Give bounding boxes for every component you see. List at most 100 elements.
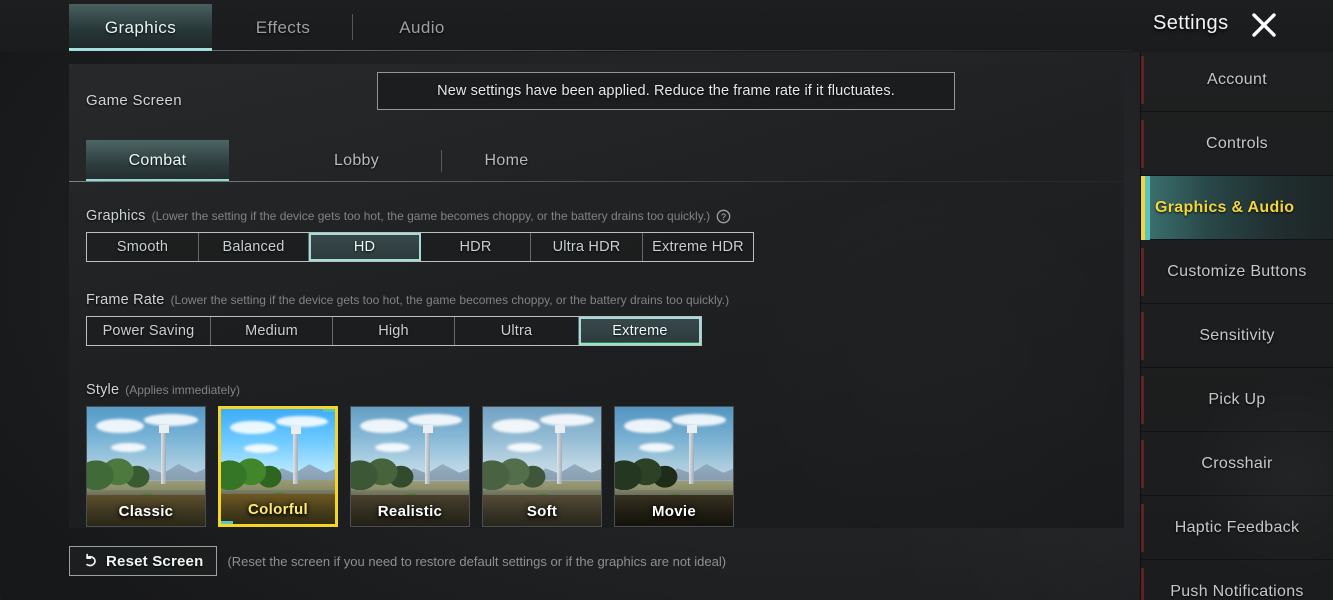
radio-tower-top	[555, 425, 566, 434]
frame-rate-option-extreme[interactable]: Extreme	[579, 317, 701, 345]
subtab-combat[interactable]: Combat	[86, 140, 229, 181]
sidebar-tick	[1141, 120, 1144, 168]
graphics-option-label: Extreme HDR	[652, 239, 744, 255]
sidebar-item-controls[interactable]: Controls	[1141, 112, 1333, 176]
radio-tower-top	[159, 425, 170, 434]
sidebar-item-label: Account	[1207, 70, 1267, 88]
radio-tower-top	[290, 426, 301, 435]
sidebar-item-label: Crosshair	[1201, 454, 1273, 472]
reset-screen-row: Reset Screen (Reset the screen if you ne…	[69, 546, 726, 576]
sidebar-item-label: Haptic Feedback	[1174, 518, 1300, 536]
graphics-option-label: Balanced	[222, 239, 285, 255]
style-option-colorful[interactable]: Colorful	[218, 406, 338, 527]
graphics-option-smooth[interactable]: Smooth	[87, 233, 199, 261]
subtab-lobby-label: Lobby	[333, 151, 380, 169]
sidebar-item-label: Graphics & Audio	[1155, 198, 1295, 216]
frame-rate-group-desc: (Lower the setting if the device gets to…	[170, 293, 730, 307]
style-option-label: Movie	[651, 503, 696, 520]
subtab-lobby[interactable]: Lobby	[299, 140, 414, 181]
settings-applied-notice: New settings have been applied. Reduce t…	[377, 72, 955, 110]
frame-rate-group-title: Frame Rate	[86, 292, 165, 308]
frame-rate-group-header: Frame Rate (Lower the setting if the dev…	[86, 291, 729, 309]
tab-audio-label: Audio	[399, 17, 445, 37]
cloud	[671, 414, 726, 427]
graphics-option-extreme-hdr[interactable]: Extreme HDR	[643, 233, 753, 261]
question-mark-icon[interactable]: ?	[716, 209, 731, 224]
cloud	[243, 443, 278, 453]
style-option-soft[interactable]: Soft	[482, 406, 602, 527]
graphics-option-ultra-hdr[interactable]: Ultra HDR	[531, 233, 643, 261]
frame-rate-option-label: High	[378, 323, 409, 339]
trees	[351, 454, 418, 491]
graphics-option-balanced[interactable]: Balanced	[199, 233, 309, 261]
svg-text:?: ?	[721, 211, 726, 221]
settings-sidebar: Account Controls Graphics & Audio Custom…	[1140, 48, 1333, 600]
sidebar-item-label: Sensitivity	[1199, 326, 1275, 344]
sidebar-item-push-notifications[interactable]: Push Notifications	[1141, 560, 1333, 600]
style-option-label: Colorful	[248, 501, 308, 518]
graphics-option-hdr[interactable]: HDR	[421, 233, 531, 261]
sidebar-tick	[1141, 504, 1144, 552]
frame-rate-option-medium[interactable]: Medium	[211, 317, 333, 345]
sidebar-item-sensitivity[interactable]: Sensitivity	[1141, 304, 1333, 368]
frame-rate-option-power-saving[interactable]: Power Saving	[87, 317, 211, 345]
radio-tower-top	[687, 425, 698, 434]
settings-header: Settings	[1140, 0, 1333, 48]
frame-rate-option-label: Ultra	[500, 323, 533, 339]
radio-tower	[292, 433, 298, 484]
tab-audio[interactable]: Audio	[372, 4, 472, 51]
sidebar-item-label: Customize Buttons	[1167, 262, 1307, 280]
undo-arrow-icon	[83, 553, 99, 569]
tab-effects[interactable]: Effects	[223, 4, 343, 51]
style-thumbnail-row: Classic Colorful Realistic Soft Movie	[86, 406, 734, 527]
sidebar-item-pick-up[interactable]: Pick Up	[1141, 368, 1333, 432]
style-option-label: Soft	[526, 503, 558, 520]
graphics-option-hd[interactable]: HD	[309, 233, 421, 261]
style-option-label: Realistic	[377, 503, 443, 520]
style-option-classic[interactable]: Classic	[86, 406, 206, 527]
frame-rate-group: Frame Rate (Lower the setting if the dev…	[86, 291, 729, 346]
graphics-group-title: Graphics	[86, 208, 146, 224]
tab-graphics-label: Graphics	[104, 17, 177, 37]
sidebar-item-haptic-feedback[interactable]: Haptic Feedback	[1141, 496, 1333, 560]
sidebar-item-crosshair[interactable]: Crosshair	[1141, 432, 1333, 496]
sidebar-tick	[1141, 568, 1144, 600]
subtab-underline	[69, 181, 1124, 182]
cloud	[96, 418, 144, 434]
trees	[221, 455, 285, 490]
style-group-title: Style	[86, 382, 120, 398]
radio-tower	[425, 432, 431, 485]
game-screen-label: Game Screen	[86, 92, 182, 109]
graphics-option-label: HD	[353, 239, 376, 255]
tab-graphics[interactable]: Graphics	[69, 4, 212, 51]
trees	[87, 454, 154, 491]
sidebar-item-account[interactable]: Account	[1141, 48, 1333, 112]
selection-accent-bottom-left	[221, 521, 233, 524]
style-option-realistic[interactable]: Realistic	[350, 406, 470, 527]
frame-rate-option-ultra[interactable]: Ultra	[455, 317, 579, 345]
subtab-home[interactable]: Home	[454, 140, 559, 181]
notice-text: New settings have been applied. Reduce t…	[437, 83, 895, 99]
style-option-label: Classic	[118, 503, 174, 520]
cloud	[230, 420, 276, 435]
sidebar-item-graphics-audio[interactable]: Graphics & Audio	[1141, 176, 1333, 240]
sidebar-item-label: Controls	[1206, 134, 1268, 152]
sidebar-tick	[1141, 440, 1144, 488]
reset-screen-label: Reset Screen	[106, 552, 204, 570]
graphics-quality-group: Graphics (Lower the setting if the devic…	[86, 207, 754, 262]
frame-rate-segmented-control: Power Saving Medium High Ultra Extreme	[86, 316, 702, 346]
trees	[483, 454, 550, 491]
graphics-audio-tab-bar: Graphics Effects Audio	[0, 0, 1333, 52]
frame-rate-option-high[interactable]: High	[333, 317, 455, 345]
close-icon[interactable]	[1248, 9, 1280, 41]
reset-screen-button[interactable]: Reset Screen	[69, 546, 218, 576]
style-option-movie[interactable]: Movie	[614, 406, 734, 527]
tab-bar-underline	[69, 50, 1133, 51]
tab-divider	[352, 14, 353, 40]
cloud	[374, 442, 410, 453]
sidebar-item-customize-buttons[interactable]: Customize Buttons	[1141, 240, 1333, 304]
selection-accent-top-right	[323, 409, 335, 412]
radio-tower	[689, 432, 695, 485]
cloud	[624, 418, 672, 434]
cloud	[360, 418, 408, 434]
